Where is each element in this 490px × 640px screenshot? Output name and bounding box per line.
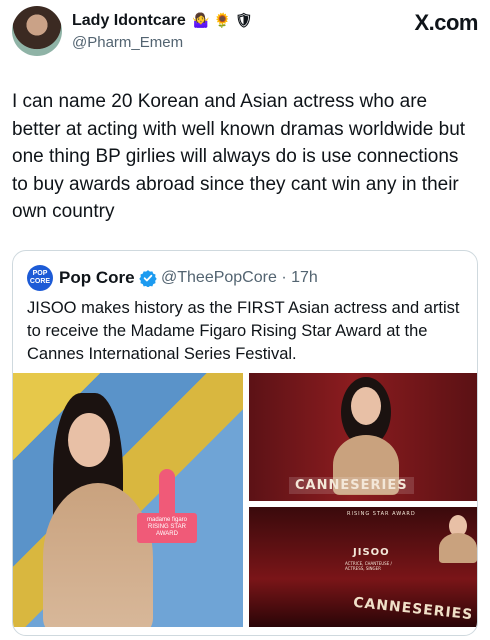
quoted-time[interactable]: · 17h [281, 269, 317, 286]
face-shape [68, 413, 110, 467]
trophy-palm [159, 469, 175, 515]
media-image-left[interactable]: madame figaro RISING STAR AWARD [13, 373, 243, 627]
quoted-media-grid: madame figaro RISING STAR AWARD CANNESER… [13, 373, 477, 635]
author-emojis: 🤷‍♀️ 🌻 🛡 [192, 12, 253, 28]
quoted-tweet-card[interactable]: POP CORE Pop Core @TheePopCore · 17h JIS… [12, 250, 478, 636]
quoted-text: JISOO makes history as the FIRST Asian a… [27, 299, 460, 363]
dress-shape [439, 533, 477, 563]
award-caption: RISING STAR AWARD [347, 511, 416, 517]
trophy-base: madame figaro RISING STAR AWARD [137, 513, 197, 543]
author-avatar[interactable] [12, 6, 62, 56]
media-image-bottom-right[interactable]: RISING STAR AWARD JISOO ACTRICE, CHANTEU… [249, 507, 477, 627]
quoted-handle[interactable]: @TheePopCore [161, 269, 277, 286]
award-name: JISOO [353, 547, 390, 558]
author-name[interactable]: Lady Idontcare [72, 12, 186, 29]
canneseries-floor-sign: CANNESERIES [352, 594, 474, 624]
face-shape [351, 387, 381, 425]
media-image-top-right[interactable]: CANNESERIES [249, 373, 477, 501]
quoted-avatar[interactable]: POP CORE [27, 265, 53, 291]
author-name-line[interactable]: Lady Idontcare 🤷‍♀️ 🌻 🛡 [72, 12, 253, 30]
author-handle[interactable]: @Pharm_Emem [72, 34, 183, 51]
quoted-handle-line: @TheePopCore · 17h [161, 269, 318, 287]
award-role: ACTRICE, CHANTEUSE / ACTRESS, SINGER [345, 561, 392, 571]
verified-badge-icon [139, 270, 157, 287]
quoted-author-name[interactable]: Pop Core [59, 268, 135, 288]
x-com-watermark: X.com [414, 10, 478, 35]
dress-shape [43, 483, 153, 627]
tweet-header: Lady Idontcare 🤷‍♀️ 🌻 🛡 @Pharm_Emem X.co… [12, 6, 478, 60]
canneseries-sign: CANNESERIES [289, 477, 414, 494]
tweet-text: I can name 20 Korean and Asian actress w… [12, 91, 466, 222]
